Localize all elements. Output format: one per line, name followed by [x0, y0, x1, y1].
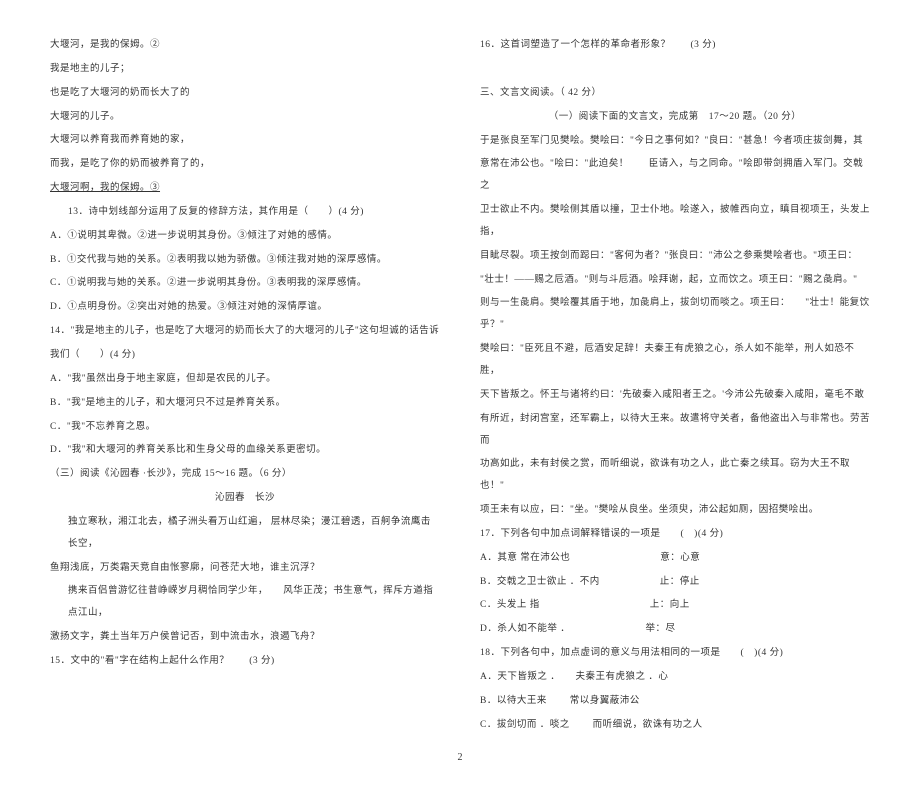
poem-line-underlined: 大堰河啊，我的保姆。③	[50, 178, 440, 200]
option-c: C．拔剑切而 ．啖之 而听细说，欲诛有功之人	[480, 715, 870, 737]
option-b: B．交戟之卫士欲止 ．不内 止：停止	[480, 572, 870, 594]
option-c: C．①说明我与她的关系。②进一步说明其身份。③表明我的深厚感情。	[50, 273, 440, 295]
poem-line: 大堰河的儿子。	[50, 107, 440, 129]
option-b: B．以待大王来 常以身翼蔽沛公	[480, 691, 870, 713]
right-column: 16．这首词塑造了一个怎样的革命者形象？ (3 分) 三、文言文阅读。（ 42 …	[480, 35, 870, 738]
poem-title: 沁园春 长沙	[50, 488, 440, 510]
page-number: 2	[50, 746, 870, 769]
question-13: 13．诗中划线部分运用了反复的修辞方法，其作用是（ ）(4 分)	[50, 202, 440, 224]
section-3-heading: 三、文言文阅读。（ 42 分）	[480, 83, 870, 105]
passage-line: 樊哙曰："臣死且不避，卮酒安足辞！夫秦王有虎狼之心，杀人如不能举，刑人如恐不胜，	[480, 339, 870, 383]
question-14: 14．"我是地主的儿子，也是吃了大堰河的奶而长大了的大堰河的儿子"这句坦诚的话告…	[50, 321, 440, 343]
option-b: B．①交代我与她的关系。②表明我以她为骄傲。③倾注我对她的深厚感情。	[50, 250, 440, 272]
option-d: D．杀人如不能举 ． 举：尽	[480, 619, 870, 641]
passage-line: 卫士欲止不内。樊哙侧其盾以撞，卫士仆地。哙遂入，披帷西向立，瞋目视项王，头发上指…	[480, 200, 870, 244]
option-d: D．"我"和大堰河的养育关系比和生身父母的血缘关系更密切。	[50, 440, 440, 462]
question-16: 16．这首词塑造了一个怎样的革命者形象？ (3 分)	[480, 35, 870, 57]
spacer	[480, 59, 870, 81]
poem-line: 大堰河以养育我而养育她的家，	[50, 130, 440, 152]
option-a: A．天下皆叛之 ． 夫秦王有虎狼之 ．心	[480, 667, 870, 689]
section-3-intro: （三）阅读《沁园春 ·长沙》，完成 15～16 题。（6 分）	[50, 464, 440, 486]
option-c: C．"我"不忘养育之恩。	[50, 417, 440, 439]
passage-line: 项王未有以应，曰："坐。"樊哙从良坐。坐须臾，沛公起如厕，因招樊哙出。	[480, 500, 870, 522]
option-b: B．"我"是地主的儿子，和大堰河只不过是养育关系。	[50, 393, 440, 415]
passage-line: 意常在沛公也。"哙曰："此迫矣！ 臣请入，与之同命。"哙即带剑拥盾入军门。交戟之	[480, 154, 870, 198]
passage-line: 功高如此，未有封侯之赏，而听细说，欲诛有功之人，此亡秦之续耳。窃为大王不取也！"	[480, 454, 870, 498]
poem-body: 独立寒秋，湘江北去，橘子洲头看万山红遍， 层林尽染；漫江碧透，百舸争流鹰击长空，	[50, 512, 440, 556]
poem-line: 而我，是吃了你的奶而被养育了的，	[50, 154, 440, 176]
option-a: A．其意 常在沛公也 意：心意	[480, 548, 870, 570]
passage-line: "壮士！——赐之卮酒。"则与斗卮酒。哙拜谢，起，立而饮之。项王曰："赐之彘肩。"	[480, 270, 870, 292]
question-17: 17．下列各句中加点词解释错误的一项是 ( )(4 分)	[480, 524, 870, 546]
left-column: 大堰河，是我的保姆。② 我是地主的儿子； 也是吃了大堰河的奶而长大了的 大堰河的…	[50, 35, 440, 738]
passage-line: 目眦尽裂。项王按剑而跽曰："客何为者？"张良曰："沛公之参乘樊哙者也。"项王曰：	[480, 246, 870, 268]
poem-line: 也是吃了大堰河的奶而长大了的	[50, 83, 440, 105]
option-a: A．①说明其卑微。②进一步说明其身份。③倾注了对她的感情。	[50, 226, 440, 248]
passage-line: 天下皆叛之。怀王与诸将约曰：'先破秦入咸阳者王之。'今沛公先破秦入咸阳，毫毛不敢	[480, 385, 870, 407]
passage-line: 有所近，封闭宫室，还军霸上，以待大王来。故遣将守关者，备他盗出入与非常也。劳苦而	[480, 409, 870, 453]
option-a: A．"我"虽然出身于地主家庭，但却是农民的儿子。	[50, 369, 440, 391]
question-14-cont: 我们（ ）(4 分)	[50, 345, 440, 367]
poem-line: 大堰河，是我的保姆。②	[50, 35, 440, 57]
option-d: D．①点明身份。②突出对她的热爱。③倾注对她的深情厚谊。	[50, 297, 440, 319]
question-15: 15．文中的"看"字在结构上起什么作用？ (3 分)	[50, 651, 440, 673]
question-18: 18．下列各句中，加点虚词的意义与用法相同的一项是 ( )(4 分)	[480, 643, 870, 665]
poem-body: 激扬文字，粪土当年万户侯曾记否，到中流击水，浪遏飞舟？	[50, 627, 440, 649]
passage-line: 于是张良至军门见樊哙。樊哙曰："今日之事何如？"良曰："甚急！今者项庄拔剑舞，其	[480, 131, 870, 153]
subsection-heading: （一）阅读下面的文言文，完成第 17～20 题。（20 分）	[480, 107, 870, 129]
poem-body: 鱼翔浅底，万类霜天竞自由怅寥廓，问苍茫大地，谁主沉浮？	[50, 558, 440, 580]
passage-line: 则与一生彘肩。樊哙覆其盾于地，加彘肩上，拔剑切而啖之。项王曰： "壮士！能复饮乎…	[480, 293, 870, 337]
option-c: C．头发上 指 上：向上	[480, 595, 870, 617]
poem-body: 携来百侣曾游忆往昔峥嵘岁月稠恰同学少年， 风华正茂；书生意气，挥斥方遒指点江山，	[50, 581, 440, 625]
poem-line: 我是地主的儿子；	[50, 59, 440, 81]
